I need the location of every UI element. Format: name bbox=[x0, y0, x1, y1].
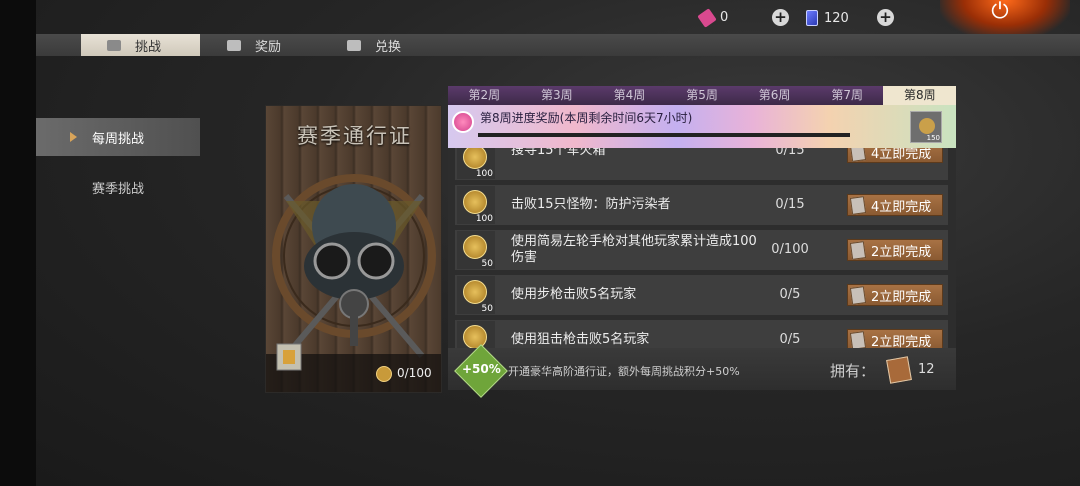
left-edge-strip bbox=[0, 0, 36, 486]
instant-complete-button[interactable]: 4立即完成 bbox=[847, 148, 943, 163]
add-card-button[interactable]: + bbox=[877, 9, 894, 26]
instant-complete-button[interactable]: 2立即完成 bbox=[847, 284, 943, 306]
tab-label: 奖励 bbox=[255, 39, 282, 55]
top-tab-bar: 挑战 奖励 兑换 bbox=[36, 34, 1080, 56]
instant-complete-button[interactable]: 2立即完成 bbox=[847, 239, 943, 261]
coin-icon bbox=[463, 325, 487, 348]
card-icon bbox=[849, 240, 867, 260]
tab-label: 挑战 bbox=[135, 39, 162, 55]
challenge-progress: 0/5 bbox=[779, 332, 801, 347]
sidebar-item-weekly[interactable]: 每周挑战 bbox=[36, 118, 200, 156]
poster-footer: 0/100 bbox=[266, 343, 441, 392]
week-reward-amount: 150 bbox=[926, 134, 940, 142]
challenge-progress: 0/15 bbox=[775, 197, 805, 212]
card-icon bbox=[806, 10, 818, 26]
week-progress-banner: 第8周进度奖励(本周剩余时间6天7小时) 150 bbox=[448, 105, 956, 148]
sidebar-item-label: 赛季挑战 bbox=[91, 181, 144, 197]
tab-week-5[interactable]: 第5周 bbox=[665, 86, 739, 105]
challenge-progress: 0/5 bbox=[779, 287, 801, 302]
tab-week-8[interactable]: 第8周 bbox=[883, 86, 957, 105]
tab-week-4[interactable]: 第4周 bbox=[593, 86, 666, 105]
reward-amount: 50 bbox=[481, 304, 493, 314]
sidebar-item-label: 每周挑战 bbox=[91, 131, 144, 147]
add-ticket-button[interactable]: + bbox=[772, 9, 789, 26]
reward-icon: 50 bbox=[457, 231, 495, 269]
reward-icon: 50 bbox=[457, 321, 495, 348]
challenge-title: 使用简易左轮手枪对其他玩家累计造成100伤害 bbox=[511, 234, 757, 265]
complete-card-icon bbox=[886, 356, 912, 384]
button-label: 2立即完成 bbox=[871, 334, 932, 349]
challenge-row: 100 击败15只怪物：防护污染者 0/15 4立即完成 bbox=[455, 185, 948, 225]
tab-exchange[interactable]: 兑换 bbox=[321, 34, 431, 56]
challenge-row: 100 搜寻15个军火箱 0/15 4立即完成 bbox=[455, 148, 948, 180]
coin-icon bbox=[463, 148, 487, 169]
card-icon bbox=[849, 330, 867, 348]
card-icon bbox=[849, 285, 867, 305]
reward-amount: 100 bbox=[475, 214, 493, 224]
tab-challenge[interactable]: 挑战 bbox=[81, 34, 200, 56]
points-coin-icon bbox=[376, 366, 392, 382]
instant-complete-button[interactable]: 2立即完成 bbox=[847, 329, 943, 348]
instant-complete-button[interactable]: 4立即完成 bbox=[847, 194, 943, 216]
week-reward-chest[interactable]: 150 bbox=[910, 111, 942, 143]
coin-icon bbox=[463, 235, 487, 259]
ticket-currency: 0 bbox=[697, 7, 729, 28]
coin-icon bbox=[463, 280, 487, 304]
reward-icon: 100 bbox=[457, 148, 495, 179]
challenge-progress: 0/100 bbox=[771, 242, 809, 257]
coin-icon bbox=[463, 190, 487, 214]
challenge-row: 50 使用简易左轮手枪对其他玩家累计造成100伤害 0/100 2立即完成 bbox=[455, 230, 948, 270]
tab-week-6[interactable]: 第6周 bbox=[738, 86, 811, 105]
week-progress-bar bbox=[478, 133, 850, 137]
rank-badge-icon bbox=[276, 343, 302, 371]
challenge-list[interactable]: 100 搜寻15个军火箱 0/15 4立即完成 100 击败15只怪物：防护污染… bbox=[448, 148, 956, 348]
owned-label: 拥有： bbox=[830, 362, 876, 380]
tab-week-2[interactable]: 第2周 bbox=[448, 86, 521, 105]
lollipop-icon bbox=[452, 111, 474, 133]
bonus-percent: +50% bbox=[462, 362, 501, 376]
button-label: 2立即完成 bbox=[871, 244, 932, 260]
reward-coin-icon bbox=[919, 118, 935, 134]
button-label: 2立即完成 bbox=[871, 289, 932, 305]
reward-amount: 100 bbox=[475, 169, 493, 179]
deluxe-pass-note: 开通豪华高阶通行证，额外每周挑战积分+50% bbox=[508, 365, 740, 378]
challenge-progress: 0/15 bbox=[775, 148, 805, 158]
reward-icon: 100 bbox=[457, 186, 495, 224]
challenge-title: 击败15只怪物：防护污染者 bbox=[511, 197, 671, 212]
week-tab-bar: 第2周 第3周 第4周 第5周 第6周 第7周 第8周 bbox=[448, 86, 957, 105]
challenge-title: 使用狙击枪击败5名玩家 bbox=[511, 332, 650, 347]
tab-label: 兑换 bbox=[375, 39, 402, 55]
tab-week-7[interactable]: 第7周 bbox=[810, 86, 884, 105]
tab-reward[interactable]: 奖励 bbox=[201, 34, 311, 56]
ticket-count: 0 bbox=[720, 10, 729, 25]
challenge-tab-icon bbox=[107, 39, 121, 51]
pass-footer: +50% 开通豪华高阶通行证，额外每周挑战积分+50% 拥有： 12 bbox=[448, 344, 956, 398]
selected-arrow-icon bbox=[70, 132, 77, 142]
power-icon[interactable]: ⏻ bbox=[984, 0, 1016, 26]
challenge-title: 使用步枪击败5名玩家 bbox=[511, 287, 637, 302]
exchange-icon bbox=[347, 39, 361, 51]
reward-icon: 50 bbox=[457, 276, 495, 314]
tab-week-3[interactable]: 第3周 bbox=[520, 86, 594, 105]
card-icon bbox=[849, 148, 867, 162]
card-icon bbox=[849, 195, 867, 215]
owned-count: 12 bbox=[918, 362, 935, 377]
challenge-row: 50 使用步枪击败5名玩家 0/5 2立即完成 bbox=[455, 275, 948, 315]
challenge-row: 50 使用狙击枪击败5名玩家 0/5 2立即完成 bbox=[455, 320, 948, 348]
button-label: 4立即完成 bbox=[871, 148, 932, 162]
sidebar-item-season[interactable]: 赛季挑战 bbox=[36, 168, 200, 206]
button-label: 4立即完成 bbox=[871, 199, 932, 215]
week-progress-text: 第8周进度奖励(本周剩余时间6天7小时) bbox=[480, 111, 693, 125]
season-points: 0/100 bbox=[397, 366, 432, 380]
challenge-title: 搜寻15个军火箱 bbox=[511, 148, 606, 158]
card-count: 120 bbox=[824, 10, 849, 26]
reward-amount: 50 bbox=[481, 259, 493, 269]
chest-icon bbox=[227, 39, 241, 51]
season-pass-poster: 赛季通行证 0/100 bbox=[265, 105, 442, 393]
card-currency: 120 bbox=[806, 10, 849, 26]
ticket-icon bbox=[697, 7, 717, 28]
